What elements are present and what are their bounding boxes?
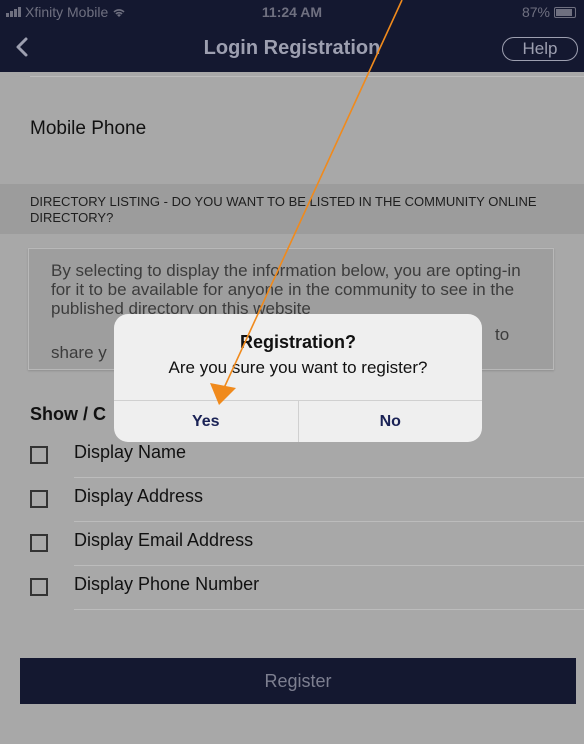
option-display-phone[interactable]: Display Phone Number bbox=[0, 566, 584, 610]
display-email-checkbox[interactable] bbox=[30, 534, 48, 552]
nav-bar: Login Registration Help bbox=[0, 24, 584, 72]
battery-percent: 87% bbox=[521, 4, 550, 20]
mobile-phone-field[interactable]: Mobile Phone bbox=[30, 118, 146, 140]
alert-message: Are you sure you want to register? bbox=[168, 358, 428, 377]
display-name-checkbox[interactable] bbox=[30, 446, 48, 464]
option-label: Display Phone Number bbox=[74, 574, 260, 594]
option-label: Display Name bbox=[74, 442, 187, 462]
help-button[interactable]: Help bbox=[502, 37, 578, 61]
battery-icon bbox=[554, 6, 576, 18]
alert-actions: Yes No bbox=[114, 400, 482, 442]
directory-info-text: By selecting to display the information … bbox=[51, 261, 521, 318]
alert-title: Registration? bbox=[239, 332, 356, 352]
option-display-address[interactable]: Display Address bbox=[0, 478, 584, 522]
battery-status: 87% bbox=[522, 4, 576, 20]
option-label: Display Email Address bbox=[74, 530, 254, 550]
directory-info-tail: to bbox=[495, 325, 510, 344]
registration-alert-dialog: Registration? Are you sure you want to r… bbox=[114, 314, 482, 442]
directory-info-line5: share y bbox=[51, 343, 107, 362]
yes-button[interactable]: Yes bbox=[114, 401, 299, 442]
divider bbox=[74, 609, 584, 610]
status-bar: Xfinity Mobile 11:24 AM 87% bbox=[0, 0, 584, 24]
no-button[interactable]: No bbox=[299, 401, 483, 442]
clock: 11:24 AM bbox=[261, 4, 323, 20]
display-address-checkbox[interactable] bbox=[30, 490, 48, 508]
directory-section-header: DIRECTORY LISTING - DO YOU WANT TO BE LI… bbox=[0, 184, 584, 234]
display-phone-checkbox[interactable] bbox=[30, 578, 48, 596]
option-display-email[interactable]: Display Email Address bbox=[0, 522, 584, 566]
option-label: Display Address bbox=[74, 486, 204, 506]
register-button[interactable]: Register bbox=[20, 658, 576, 704]
page-title: Login Registration bbox=[203, 37, 381, 59]
show-options-title: Show / C bbox=[30, 404, 106, 424]
divider bbox=[30, 76, 584, 77]
